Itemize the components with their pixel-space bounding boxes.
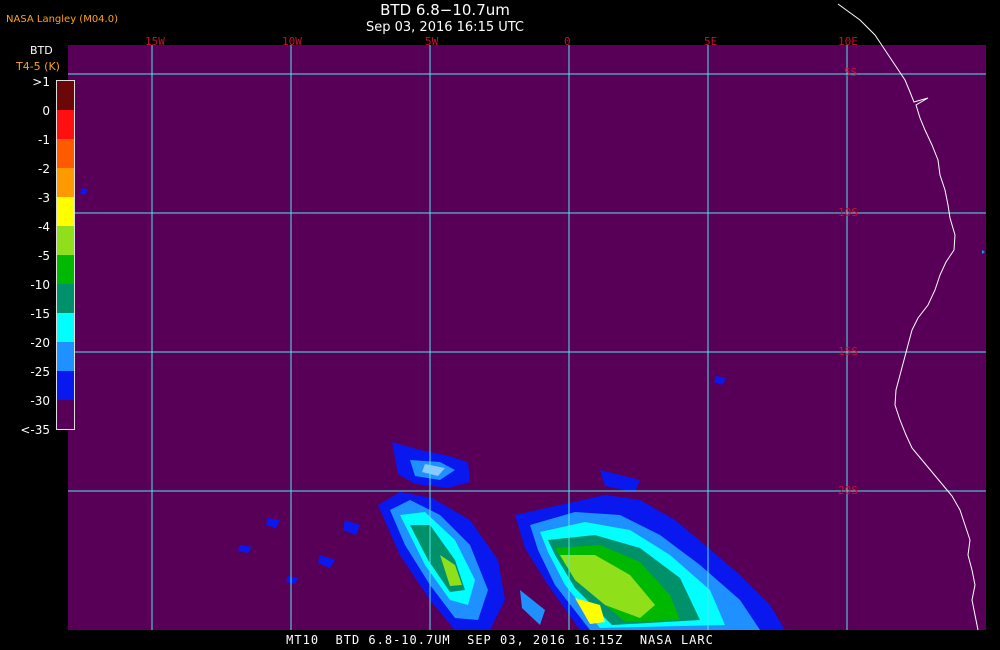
legend-title: BTD xyxy=(30,44,53,57)
legend-swatch xyxy=(57,110,74,139)
legend-tick-label: -30 xyxy=(30,394,50,408)
legend-swatch xyxy=(57,313,74,342)
legend-swatch xyxy=(57,139,74,168)
legend-swatch xyxy=(57,81,74,110)
legend-swatch xyxy=(57,400,74,429)
legend-swatch xyxy=(57,342,74,371)
chart-subtitle: Sep 03, 2016 16:15 UTC xyxy=(365,20,525,35)
lon-label-10w: 10W xyxy=(282,35,302,48)
lon-label-0: 0 xyxy=(564,35,571,48)
legend-tick-label: -25 xyxy=(30,365,50,379)
legend-tick-label: -10 xyxy=(30,278,50,292)
legend-tick-label: <-35 xyxy=(20,423,50,437)
org-label: NASA Langley (M04.0) xyxy=(6,14,118,25)
legend-tick-label: -3 xyxy=(38,191,50,205)
lat-label-10s: 10S xyxy=(838,206,858,219)
legend-tick-label: -1 xyxy=(38,133,50,147)
legend-swatch xyxy=(57,197,74,226)
legend-tick-label: -4 xyxy=(38,220,50,234)
legend-tick-label: 0 xyxy=(42,104,50,118)
lon-label-15w: 15W xyxy=(145,35,165,48)
legend-swatch xyxy=(57,255,74,284)
legend-tick-label: -5 xyxy=(38,249,50,263)
footer-caption: MT10 BTD 6.8-10.7UM SEP 03, 2016 16:15Z … xyxy=(286,633,714,647)
lat-label-15s: 15S xyxy=(838,345,858,358)
legend-swatch xyxy=(57,371,74,400)
color-legend xyxy=(56,80,75,430)
legend-swatch xyxy=(57,168,74,197)
lon-label-10e: 10E xyxy=(838,35,858,48)
lon-label-5w: 5W xyxy=(425,35,439,48)
chart-title: BTD 6.8−10.7um xyxy=(380,1,510,19)
lat-label-5s: 5S xyxy=(844,66,858,79)
legend-tick-label: -15 xyxy=(30,307,50,321)
legend-swatch xyxy=(57,226,74,255)
legend-unit: T4-5 (K) xyxy=(16,60,60,73)
satellite-map xyxy=(68,3,986,631)
legend-tick-label: >1 xyxy=(32,75,50,89)
lon-label-5e: 5E xyxy=(704,35,718,48)
legend-swatch xyxy=(57,284,74,313)
legend-tick-label: -2 xyxy=(38,162,50,176)
legend-tick-label: -20 xyxy=(30,336,50,350)
lat-label-20s: 20S xyxy=(838,484,858,497)
